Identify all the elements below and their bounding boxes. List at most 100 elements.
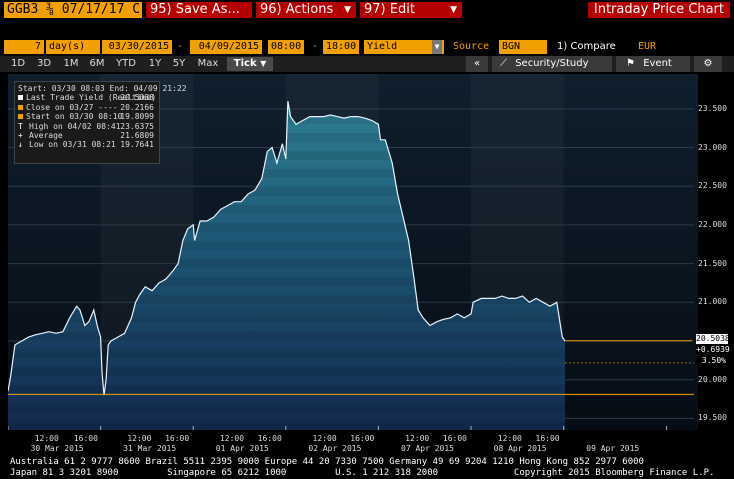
date-separator: - — [177, 41, 184, 52]
legend-label: High on 04/02 08:41 — [29, 121, 121, 131]
x-time-label: 16:00 — [442, 434, 467, 443]
flag-icon: ⚑ — [626, 58, 635, 69]
legend-label: Average — [29, 130, 63, 140]
x-day-label: 31 Mar 2015 — [123, 444, 177, 453]
x-day-label: 08 Apr 2015 — [493, 444, 547, 453]
tab-3d[interactable]: 3D — [33, 57, 55, 71]
legend-rows: Last Trade Yield (Realtime) 20.5038 Close … — [18, 93, 156, 149]
y-tick-label: 20.000 — [698, 374, 727, 384]
field-select[interactable]: Yield ▼ — [364, 40, 444, 54]
end-date-input[interactable]: 04/09/2015 — [190, 40, 262, 54]
y-tick-label: 23.000 — [698, 142, 727, 152]
gear-icon: ⚙ — [703, 58, 713, 69]
x-time-label: 12:00 — [405, 434, 430, 443]
dropdown-arrow-icon: ▼ — [260, 59, 267, 68]
tab-ytd[interactable]: YTD — [112, 57, 140, 71]
change-tag: +0.6939 — [696, 344, 730, 355]
tab-5y[interactable]: 5Y — [169, 57, 189, 71]
x-day-label: 30 Mar 2015 — [30, 444, 84, 453]
save-as-button[interactable]: 95) Save As... — [146, 2, 252, 18]
x-time-label: 12:00 — [312, 434, 337, 443]
x-time-label: 16:00 — [535, 434, 560, 443]
tab-1y[interactable]: 1Y — [145, 57, 165, 71]
legend-row: ↓ Low on 03/31 08:21 19.7641 — [18, 140, 156, 149]
x-time-label: 16:00 — [350, 434, 375, 443]
period-unit-select[interactable]: day(s) — [46, 40, 100, 54]
edit-button[interactable]: 97) Edit ▼ — [360, 2, 462, 18]
legend-value: 19.7641 — [120, 140, 154, 150]
y-tick-label: 21.000 — [698, 297, 727, 307]
tab-tick[interactable]: Tick ▼ — [227, 57, 273, 71]
title-bar: GGB3 ⅜ 07/17/17 C 95) Save As... 96) Act… — [0, 0, 734, 20]
legend-value: 23.6375 — [120, 121, 154, 131]
dropdown-arrow-icon: ▼ — [432, 40, 442, 54]
legend-row: Last Trade Yield (Realtime) 20.5038 — [18, 93, 156, 102]
line-chart-icon: ⟋ — [500, 58, 507, 69]
legend-swatch — [18, 104, 23, 110]
actions-label: 96) Actions — [260, 2, 334, 17]
legend-row: + Average 21.6809 — [18, 131, 156, 140]
security-study-label: Security/Study — [515, 58, 589, 69]
chart-legend[interactable]: Start: 03/30 08:03 End: 04/09 21:22 Last… — [14, 81, 187, 164]
y-tick-label: 22.500 — [698, 181, 727, 191]
x-day-label: 02 Apr 2015 — [308, 444, 362, 453]
period-value-input[interactable]: 7 — [4, 40, 44, 54]
percent-change-tag: 3.50% — [696, 355, 728, 366]
x-time-label: 16:00 — [165, 434, 190, 443]
tab-tick-label: Tick — [233, 58, 257, 69]
legend-value: 21.6809 — [120, 130, 154, 140]
legend-label: Start on 03/30 08:10 — [26, 112, 123, 122]
field-select-value: Yield — [367, 41, 398, 52]
y-tick-label: 21.500 — [698, 258, 727, 268]
legend-header: Start: 03/30 08:03 End: 04/09 21:22 — [18, 84, 187, 93]
event-label: Event — [643, 58, 672, 69]
ticker-field[interactable]: GGB3 ⅜ 07/17/17 C — [4, 2, 142, 18]
x-time-label: 12:00 — [219, 434, 245, 443]
x-time-label: 12:00 — [34, 434, 59, 443]
legend-row: Close on 03/27 ---- 20.2166 — [18, 103, 156, 112]
actions-button[interactable]: 96) Actions ▼ — [256, 2, 356, 18]
legend-marker-icon: T — [18, 121, 23, 131]
last-price-tag: 20.5038 — [696, 333, 730, 344]
y-tick-label: 22.000 — [698, 219, 727, 229]
time-separator: - — [312, 41, 319, 52]
settings-button[interactable]: ⚙ — [694, 56, 722, 72]
tab-max[interactable]: Max — [194, 57, 222, 71]
x-day-label: 09 Apr 2015 — [586, 444, 640, 453]
chart-toolbar: 1D 3D 1M 6M YTD 1Y 5Y Max Tick ▼ « ⟋ Sec… — [0, 56, 734, 72]
end-time-input[interactable]: 18:00 — [323, 40, 359, 54]
edit-label: 97) Edit — [364, 2, 415, 17]
x-day-label: 01 Apr 2015 — [215, 444, 269, 453]
tab-1d[interactable]: 1D — [8, 57, 28, 71]
source-label: Source — [453, 41, 490, 52]
x-time-label: 12:00 — [497, 434, 522, 443]
legend-label: Close on 03/27 ---- — [26, 102, 118, 112]
x-time-label: 16:00 — [73, 434, 98, 443]
collapse-button[interactable]: « — [466, 56, 488, 72]
legend-swatch — [18, 95, 23, 101]
footer-line-2: Japan 81 3 3201 8900 Singapore 65 6212 1… — [10, 468, 715, 478]
x-time-label: 16:00 — [257, 434, 282, 443]
footer-line-1: Australia 61 2 9777 8600 Brazil 5511 239… — [10, 457, 644, 467]
window-title: Intraday Price Chart — [587, 2, 730, 18]
footer: Australia 61 2 9777 8600 Brazil 5511 239… — [0, 456, 734, 479]
start-time-input[interactable]: 08:00 — [268, 40, 304, 54]
start-date-input[interactable]: 03/30/2015 — [102, 40, 172, 54]
legend-value: 20.5038 — [120, 93, 154, 103]
dropdown-arrow-icon: ▼ — [344, 5, 351, 15]
currency-label[interactable]: EUR — [638, 40, 656, 54]
legend-row: T High on 04/02 08:41 23.6375 — [18, 122, 156, 131]
source-input[interactable]: BGN — [499, 40, 547, 54]
y-tick-label: 19.500 — [698, 413, 727, 423]
event-button[interactable]: ⚑ Event — [616, 56, 690, 72]
tab-1m[interactable]: 1M — [60, 57, 82, 71]
tab-6m[interactable]: 6M — [86, 57, 108, 71]
legend-value: 20.2166 — [120, 102, 154, 112]
legend-marker-icon: ↓ — [18, 140, 23, 150]
legend-marker-icon: + — [18, 130, 23, 140]
legend-row: Start on 03/30 08:10 19.8099 — [18, 112, 156, 121]
legend-value: 19.8099 — [120, 112, 154, 122]
x-time-label: 12:00 — [127, 434, 152, 443]
security-study-button[interactable]: ⟋ Security/Study — [492, 56, 612, 72]
compare-button[interactable]: 1) Compare — [557, 40, 616, 54]
